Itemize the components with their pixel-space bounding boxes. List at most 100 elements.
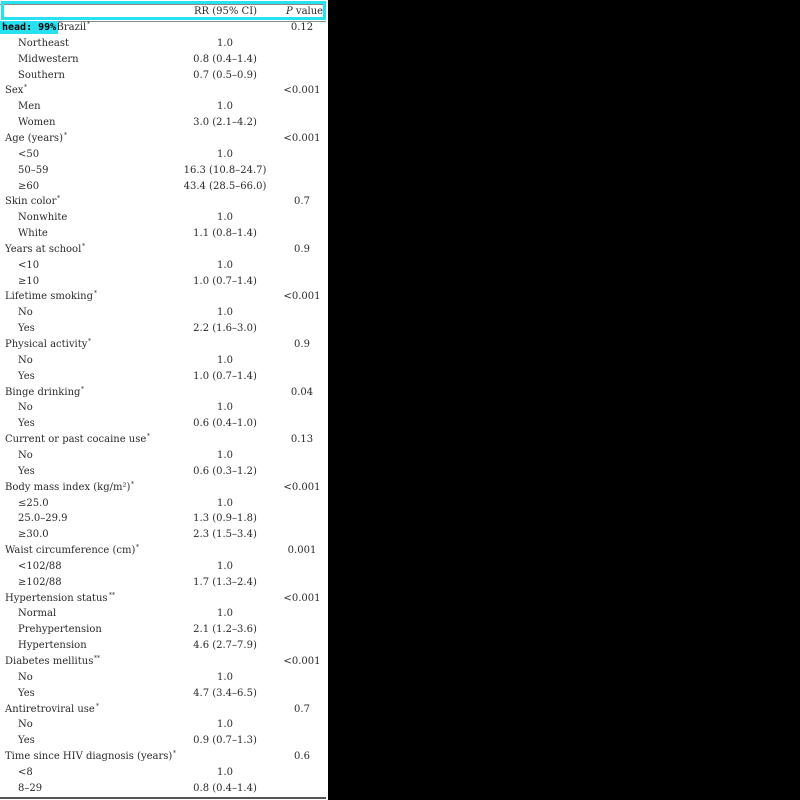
group-label: Diabetes mellitus bbox=[5, 656, 94, 667]
row-label: No bbox=[18, 671, 33, 683]
rr-value: 0.6 (0.3–1.2) bbox=[193, 465, 257, 477]
row-label: Yes bbox=[18, 735, 35, 747]
table-row: Northeast 1.0 bbox=[0, 36, 326, 51]
rr-value: 0.8 (0.4–1.4) bbox=[193, 53, 257, 65]
table-row: ≥10 1.0 (0.7–1.4) bbox=[0, 274, 326, 289]
table-row: <8 1.0 bbox=[0, 765, 326, 780]
row-label: Yes bbox=[18, 370, 35, 382]
group-label: Sex bbox=[5, 85, 24, 97]
group-label: Waist circumference (cm) bbox=[5, 545, 136, 557]
row-label: <50 bbox=[18, 148, 40, 160]
table-group-row: Body mass index (kg/m²) * <0.001 bbox=[5, 480, 321, 493]
row-label: Yes bbox=[18, 465, 35, 477]
rr-value: 1.0 bbox=[217, 212, 233, 224]
rr-value: 1.0 (0.7–1.4) bbox=[193, 275, 257, 287]
table-row: White 1.1 (0.8–1.4) bbox=[0, 226, 326, 241]
row-label: <10 bbox=[18, 259, 40, 271]
table-group-row: Lifetime smoking * <0.001 bbox=[5, 290, 321, 303]
p-value: 0.001 bbox=[287, 545, 317, 557]
row-label: Northeast bbox=[18, 37, 70, 49]
row-label: No bbox=[18, 449, 33, 461]
detection-box bbox=[1, 1, 326, 20]
row-label: Yes bbox=[18, 687, 35, 699]
row-label: No bbox=[18, 402, 33, 414]
table-bottom-rule bbox=[0, 797, 326, 799]
row-label: ≤25.0 bbox=[18, 497, 49, 509]
table-row: 50–59 16.3 (10.8–24.7) bbox=[0, 163, 326, 178]
table-group-row: Physical activity * 0.9 bbox=[5, 338, 310, 351]
row-label: ≥10 bbox=[18, 275, 40, 287]
table-row: No 1.0 bbox=[0, 400, 326, 415]
table-row: No 1.0 bbox=[0, 717, 326, 732]
row-label: <102/88 bbox=[18, 560, 62, 572]
group-label: Binge drinking bbox=[5, 386, 81, 398]
table-row: Yes 1.0 (0.7–1.4) bbox=[0, 369, 326, 384]
rr-value: 0.9 (0.7–1.3) bbox=[193, 735, 257, 747]
table-row: 8–29 0.8 (0.4–1.4) bbox=[0, 781, 326, 796]
row-label: No bbox=[18, 354, 33, 366]
table-row: No 1.0 bbox=[0, 670, 326, 685]
group-label: Age (years) bbox=[5, 132, 63, 144]
table-row: ≥30.0 2.3 (1.5–3.4) bbox=[0, 527, 326, 542]
table-group-row: Years at school * 0.9 bbox=[5, 242, 310, 255]
p-value: 0.7 bbox=[294, 196, 310, 208]
table-row: ≥60 43.4 (28.5–66.0) bbox=[0, 179, 326, 194]
rr-value: 1.0 bbox=[217, 449, 233, 461]
row-label: Men bbox=[18, 101, 41, 113]
p-value: <0.001 bbox=[283, 291, 321, 303]
row-label: 50–59 bbox=[18, 164, 49, 176]
rr-value: 1.0 bbox=[217, 354, 233, 366]
table-row: No 1.0 bbox=[0, 353, 326, 368]
group-label: Hypertension status bbox=[5, 592, 108, 604]
row-label: White bbox=[18, 228, 48, 240]
rr-value: 1.0 bbox=[217, 259, 233, 271]
rr-value: 1.0 bbox=[217, 402, 233, 414]
rr-value: 1.0 bbox=[217, 497, 233, 509]
rr-value: 3.0 (2.1–4.2) bbox=[193, 117, 257, 129]
table-row: Women 3.0 (2.1–4.2) bbox=[0, 115, 326, 130]
table-row: <10 1.0 bbox=[0, 258, 326, 273]
table-row: Yes 0.6 (0.4–1.0) bbox=[0, 416, 326, 431]
table-row: Nonwhite 1.0 bbox=[0, 210, 326, 225]
row-label: Prehypertension bbox=[18, 624, 102, 636]
row-label: Nonwhite bbox=[18, 212, 68, 224]
group-label: Antiretroviral use bbox=[5, 703, 95, 715]
group-label: Lifetime smoking bbox=[5, 291, 93, 303]
row-label: Normal bbox=[18, 608, 57, 620]
rr-value: 1.0 bbox=[217, 307, 233, 319]
row-label: 8–29 bbox=[18, 782, 43, 794]
table-row: Southern 0.7 (0.5–0.9) bbox=[0, 68, 326, 83]
table-row: <50 1.0 bbox=[0, 147, 326, 162]
table-row: Hypertension 4.6 (2.7–7.9) bbox=[0, 638, 326, 653]
table-row: Men 1.0 bbox=[0, 99, 326, 114]
table-group-row: Age (years) * <0.001 bbox=[5, 131, 321, 144]
p-value: 0.9 bbox=[294, 339, 310, 350]
row-label: Yes bbox=[18, 418, 35, 430]
table-group-row: Hypertension status ** <0.001 bbox=[5, 591, 321, 604]
detection-label: head: 99% bbox=[0, 21, 59, 34]
table-row: Midwestern 0.8 (0.4–1.4) bbox=[0, 52, 326, 67]
row-label: ≥60 bbox=[18, 180, 40, 192]
rr-value: 1.0 bbox=[217, 37, 233, 49]
rr-value: 0.7 (0.5–0.9) bbox=[193, 69, 257, 81]
group-label: Current or past cocaine use bbox=[5, 434, 147, 446]
p-value: <0.001 bbox=[283, 656, 321, 667]
table-group-row: Waist circumference (cm) * 0.001 bbox=[5, 544, 317, 557]
rr-value: 1.0 bbox=[217, 148, 233, 160]
p-value: 0.13 bbox=[290, 434, 314, 446]
table-row: Prehypertension 2.1 (1.2–3.6) bbox=[0, 622, 326, 637]
rr-value: 1.1 (0.8–1.4) bbox=[193, 228, 257, 240]
p-value: 0.9 bbox=[294, 243, 310, 255]
table-group-row: Time since HIV diagnosis (years) * 0.6 bbox=[5, 750, 310, 763]
rr-value: 1.0 bbox=[217, 671, 233, 683]
table-row: Yes 4.7 (3.4–6.5) bbox=[0, 686, 326, 701]
table-row: Normal 1.0 bbox=[0, 606, 326, 621]
group-label: Physical activity bbox=[5, 339, 88, 350]
rr-value: 1.0 bbox=[217, 608, 233, 620]
rr-value: 43.4 (28.5–66.0) bbox=[183, 180, 267, 192]
table-group-row: Skin color * 0.7 bbox=[5, 195, 310, 208]
p-value: <0.001 bbox=[283, 481, 321, 493]
p-value: 0.04 bbox=[290, 386, 314, 398]
rr-value: 0.6 (0.4–1.0) bbox=[193, 418, 257, 430]
row-label: Southern bbox=[18, 69, 65, 81]
